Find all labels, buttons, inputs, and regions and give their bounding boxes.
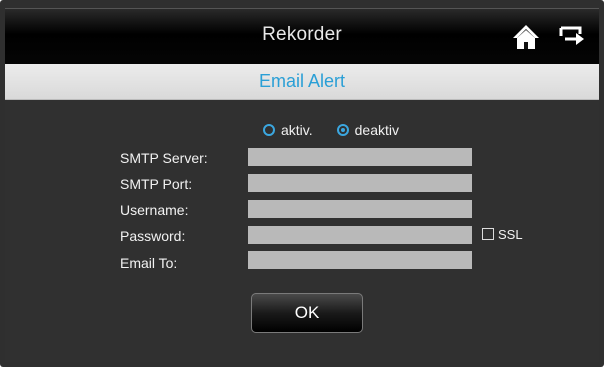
ssl-label: SSL	[498, 227, 523, 242]
recorder-window: Rekorder Email Alert aktiv. deaktiv SMTP…	[0, 0, 604, 367]
radio-aktiv[interactable]	[263, 124, 275, 136]
email-to-label: Email To:	[120, 255, 178, 271]
email-to-field[interactable]	[248, 251, 472, 269]
radio-deaktiv-label[interactable]: deaktiv	[355, 122, 399, 138]
title-bar: Rekorder	[5, 8, 599, 65]
smtp-server-field[interactable]	[248, 148, 472, 166]
radio-deaktiv[interactable]	[336, 124, 349, 136]
mode-radio-group: aktiv. deaktiv	[263, 122, 417, 138]
section-header: Email Alert	[5, 64, 599, 100]
password-field[interactable]	[248, 226, 472, 244]
radio-aktiv-label[interactable]: aktiv.	[281, 122, 313, 138]
home-icon[interactable]	[511, 22, 541, 52]
section-title: Email Alert	[258, 71, 346, 91]
username-label: Username:	[120, 202, 189, 218]
ok-button[interactable]: OK	[251, 293, 363, 333]
window-title: Rekorder	[262, 24, 342, 45]
username-field[interactable]	[248, 200, 472, 218]
email-alert-form: aktiv. deaktiv SMTP Server: SMTP Port: U…	[5, 100, 599, 362]
exit-icon[interactable]	[556, 22, 586, 52]
password-label: Password:	[120, 228, 186, 244]
smtp-server-label: SMTP Server:	[120, 150, 208, 166]
ssl-checkbox[interactable]	[482, 228, 494, 240]
smtp-port-label: SMTP Port:	[120, 176, 193, 192]
smtp-port-field[interactable]	[248, 174, 472, 192]
